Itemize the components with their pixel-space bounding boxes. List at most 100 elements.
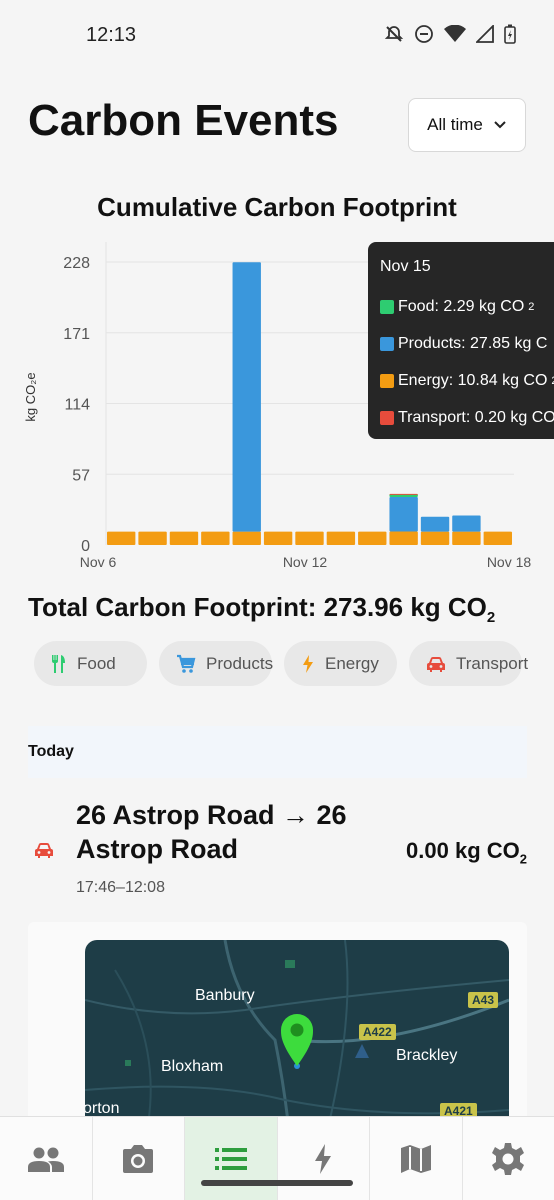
x-tick-label: Nov 18 [487,554,532,570]
tooltip-products-label: Products: 27.85 kg C [398,335,548,352]
list-icon [214,1147,247,1170]
tooltip-row-products: Products: 27.85 kg C [380,333,554,355]
car-icon [35,843,53,858]
nav-energy[interactable] [278,1117,370,1200]
map-label-brackley: Brackley [396,1047,458,1064]
bar-energy [232,531,261,545]
map-icon [400,1144,431,1173]
event-title: 26 Astrop Road → 26 Astrop Road [76,800,347,864]
filter-chip-transport[interactable]: Transport [409,641,528,686]
category-filters: Food Products Energy Transport [34,641,528,686]
filter-transport-label: Transport [456,653,529,673]
y-tick-label: 114 [64,397,90,414]
bar-transport [389,493,418,495]
map-roads [85,940,509,1122]
total-sub: 2 [486,609,496,627]
transport-swatch [380,411,394,425]
filter-chip-energy[interactable]: Energy [284,641,397,686]
tooltip-transport-label: Transport: 0.20 kg CO [398,409,554,426]
nav-people[interactable] [0,1117,93,1200]
filter-products-label: Products [206,653,274,673]
car-icon [427,656,445,672]
bar-energy [169,531,199,545]
bar-energy [420,531,450,545]
total-footprint: Total Carbon Footprint: 273.96 kg CO2 [28,592,495,626]
people-icon [27,1147,64,1172]
y-tick-label: 171 [63,326,90,343]
y-tick-label: 0 [81,538,90,555]
bar-products [232,262,261,532]
event-time: 17:46–12:08 [76,879,165,896]
event-item[interactable]: 26 Astrop Road → 26 Astrop Road 17:46–12… [28,796,527,906]
bar-products [452,515,481,532]
chart-title: Cumulative Carbon Footprint [97,192,457,222]
bar-products [389,496,418,532]
gear-icon [492,1142,525,1175]
map-label-bloxham: Bloxham [161,1058,224,1075]
x-tick-label: Nov 12 [283,554,328,570]
event-amount-sub: 2 [519,851,527,867]
time-range-label: All time [427,115,483,134]
event-amount-value: 0.00 kg CO [406,838,520,863]
road-badge-a422: A422 [359,1024,396,1040]
route-map[interactable]: Banbury Bloxham Brackley orton A422 A43 … [85,940,509,1122]
wifi-icon [444,25,466,42]
map-label-banbury: Banbury [195,987,255,1004]
filter-chip-products[interactable]: Products [159,641,274,686]
bar-energy [483,531,512,545]
status-time: 12:13 [86,24,137,46]
tooltip-energy-label: Energy: 10.84 kg CO [398,372,548,389]
tooltip-row-energy: Energy: 10.84 kg CO2 [380,370,554,392]
bottom-nav [0,1116,554,1200]
bar-energy [389,531,418,545]
bar-energy [326,531,356,545]
status-bar: 12:13 [0,0,554,72]
chart-tooltip: Nov 15 Food: 2.29 kg CO 2 Products: 27.85… [368,242,554,439]
tooltip-row-food: Food: 2.29 kg CO 2 [380,296,554,318]
filter-energy-label: Energy [325,653,379,673]
tooltip-row-transport: Transport: 0.20 kg CO [380,407,554,429]
food-swatch [380,300,394,314]
page-title: Carbon Events [28,96,339,145]
bolt-icon [303,654,313,673]
dnd-icon [415,25,433,43]
status-icons [384,24,516,44]
filter-food-label: Food [77,653,116,673]
bar-energy [452,531,481,545]
signal-icon [476,25,494,43]
bar-energy [358,531,387,545]
bar-energy [107,531,136,545]
battery-icon [504,24,516,44]
tooltip-date: Nov 15 [380,258,431,275]
map-card: Banbury Bloxham Brackley orton A422 A43 … [28,922,527,1122]
nav-settings[interactable] [463,1117,554,1200]
cart-icon [177,654,196,673]
time-range-dropdown[interactable]: All time [408,98,526,152]
y-tick-label: 57 [72,467,90,484]
filter-chip-food[interactable]: Food [34,641,147,686]
fork-knife-icon [52,654,65,673]
nav-camera[interactable] [93,1117,185,1200]
bar-energy [138,531,167,545]
bolt-icon [315,1143,332,1174]
event-amount: 0.00 kg CO2 [406,838,527,866]
mute-icon [384,26,404,42]
y-tick-label: 228 [63,255,90,272]
bar-products [420,516,450,532]
section-header-today: Today [28,726,527,778]
products-swatch [380,337,394,351]
camera-icon [123,1144,154,1173]
energy-swatch [380,374,394,388]
total-label: Total Carbon Footprint: 273.96 kg CO [28,592,487,622]
x-tick-label: Nov 6 [80,554,117,570]
bar-energy [201,531,230,545]
y-axis-label: kg CO₂e [23,372,38,421]
road-badge-a43: A43 [468,992,499,1008]
chevron-down-icon [494,121,506,129]
bar-energy [263,531,293,545]
tooltip-food-sub: 2 [528,301,535,313]
nav-map[interactable] [370,1117,463,1200]
nav-events-list[interactable] [185,1117,278,1200]
home-indicator [201,1180,353,1186]
tooltip-food-label: Food: 2.29 kg CO [398,298,525,315]
